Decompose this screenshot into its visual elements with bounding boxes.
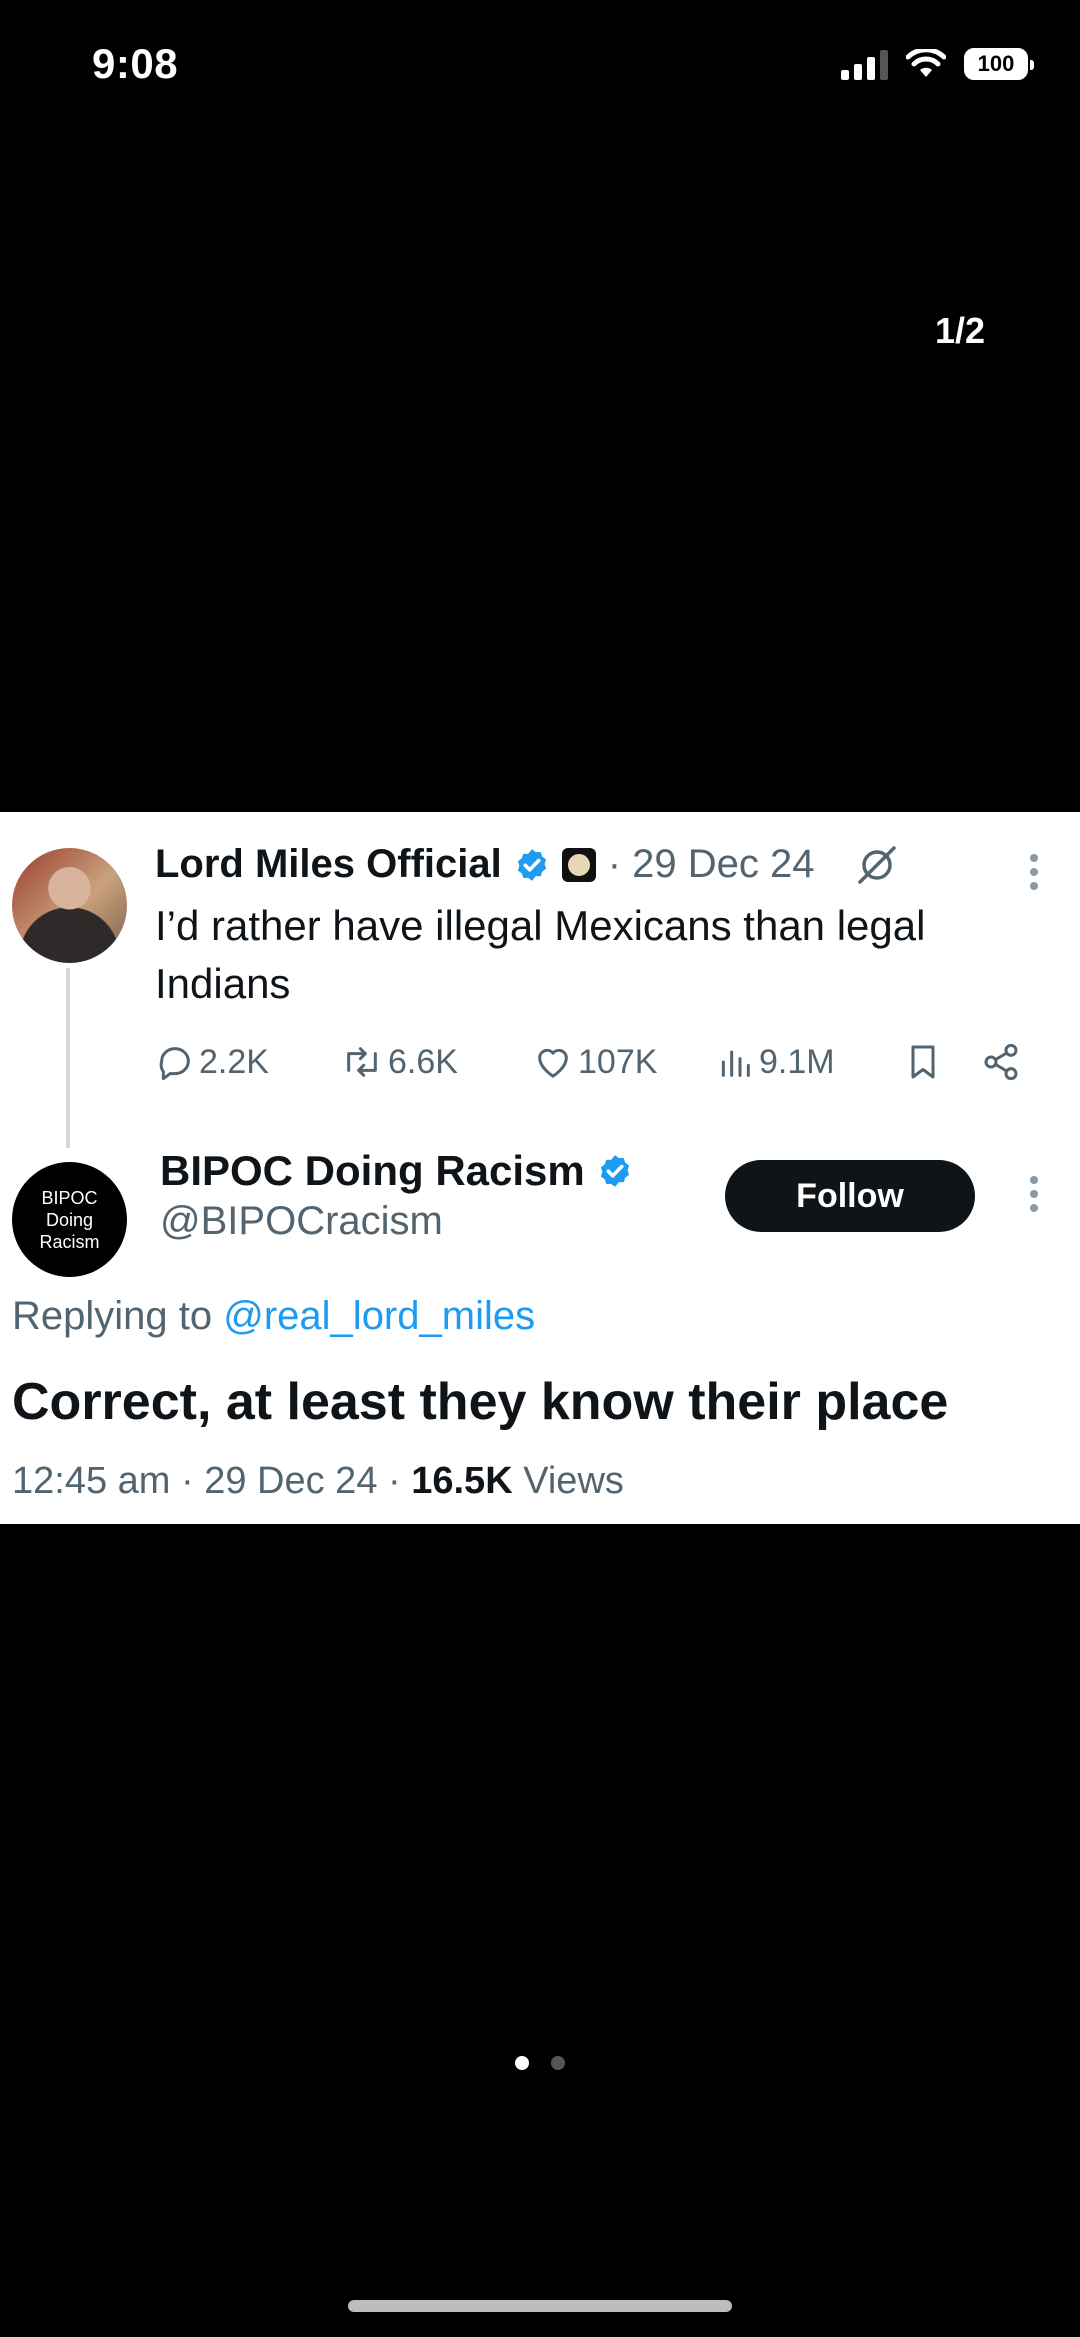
more-icon[interactable] [1028,1174,1040,1214]
display-name[interactable]: BIPOC Doing Racism [160,1147,585,1195]
views-icon [721,1050,750,1077]
avatar[interactable] [12,848,127,963]
like-action[interactable]: 107K [532,1037,657,1087]
thread-line [66,968,70,1148]
reply-action[interactable]: 2.2K [155,1037,269,1087]
user-handle[interactable]: @BIPOCracism [160,1199,633,1244]
avatar-text-line: Doing [45,1209,94,1230]
tweet-screenshot: Lord Miles Official · 29 Dec 24 I’d rath… [0,812,1080,1524]
page-dot-active[interactable] [515,2056,529,2070]
replying-prefix: Replying to [12,1294,213,1338]
page-dot[interactable] [551,2056,565,2070]
verified-badge-icon [600,1155,629,1187]
more-icon[interactable] [1028,852,1040,892]
views-action[interactable]: 9.1M [715,1037,835,1087]
original-tweet-header: Lord Miles Official · 29 Dec 24 [155,842,1050,887]
replying-to: Replying to @real_lord_miles [12,1294,535,1339]
reply-icon [159,1047,190,1081]
affiliate-badge-icon [561,847,596,882]
replying-mention-link[interactable]: @real_lord_miles [223,1294,535,1338]
avatar-text-line: Racism [39,1231,100,1252]
original-tweet[interactable]: Lord Miles Official · 29 Dec 24 I’d rath… [155,842,1050,1013]
share-icon [984,1043,1018,1081]
status-time: 9:08 [92,40,179,87]
tweet-date: · 29 Dec 24 · [181,1460,401,1502]
original-tweet-text: I’d rather have illegal Mexicans than le… [155,902,926,1007]
views-count: 9.1M [759,1042,835,1081]
grok-icon[interactable] [855,843,899,887]
repost-count: 6.6K [388,1042,458,1081]
views-count: 16.5K [411,1460,513,1502]
repost-action[interactable]: 6.6K [340,1037,458,1087]
status-icons: 100 [841,48,1034,80]
tweet-meta: 12:45 am · 29 Dec 24 · 16.5K Views [12,1460,624,1503]
reply-tweet-text: Correct, at least they know their place [12,1373,949,1431]
signal-icon [841,48,888,80]
page-counter: 1/2 [934,310,985,351]
tweet-actions: 2.2K 6.6K 107K 9.1M [155,1037,1030,1087]
page-indicator[interactable] [0,2056,1080,2070]
display-name[interactable]: Lord Miles Official [155,842,502,887]
reply-tweet-header: BIPOC Doing Racism @BIPOCracism [160,1147,633,1244]
share-action[interactable] [981,1037,1021,1087]
tweet-date: · 29 Dec 24 [607,842,815,886]
views-label[interactable]: Views [523,1460,624,1502]
bookmark-icon [911,1045,935,1079]
reply-count: 2.2K [199,1042,269,1081]
tweet-time: 12:45 am [12,1460,171,1502]
follow-button[interactable]: Follow [725,1160,975,1232]
wifi-icon [906,49,946,77]
bookmark-action[interactable] [903,1037,943,1087]
battery-icon: 100 [964,48,1034,80]
verified-badge-icon [517,848,546,881]
like-count: 107K [578,1042,658,1081]
avatar-bipoc[interactable]: BIPOC Doing Racism [12,1162,127,1277]
home-indicator[interactable] [348,2300,732,2312]
like-icon [538,1048,568,1078]
repost-icon [347,1047,377,1077]
avatar-text-line: BIPOC [41,1187,98,1208]
